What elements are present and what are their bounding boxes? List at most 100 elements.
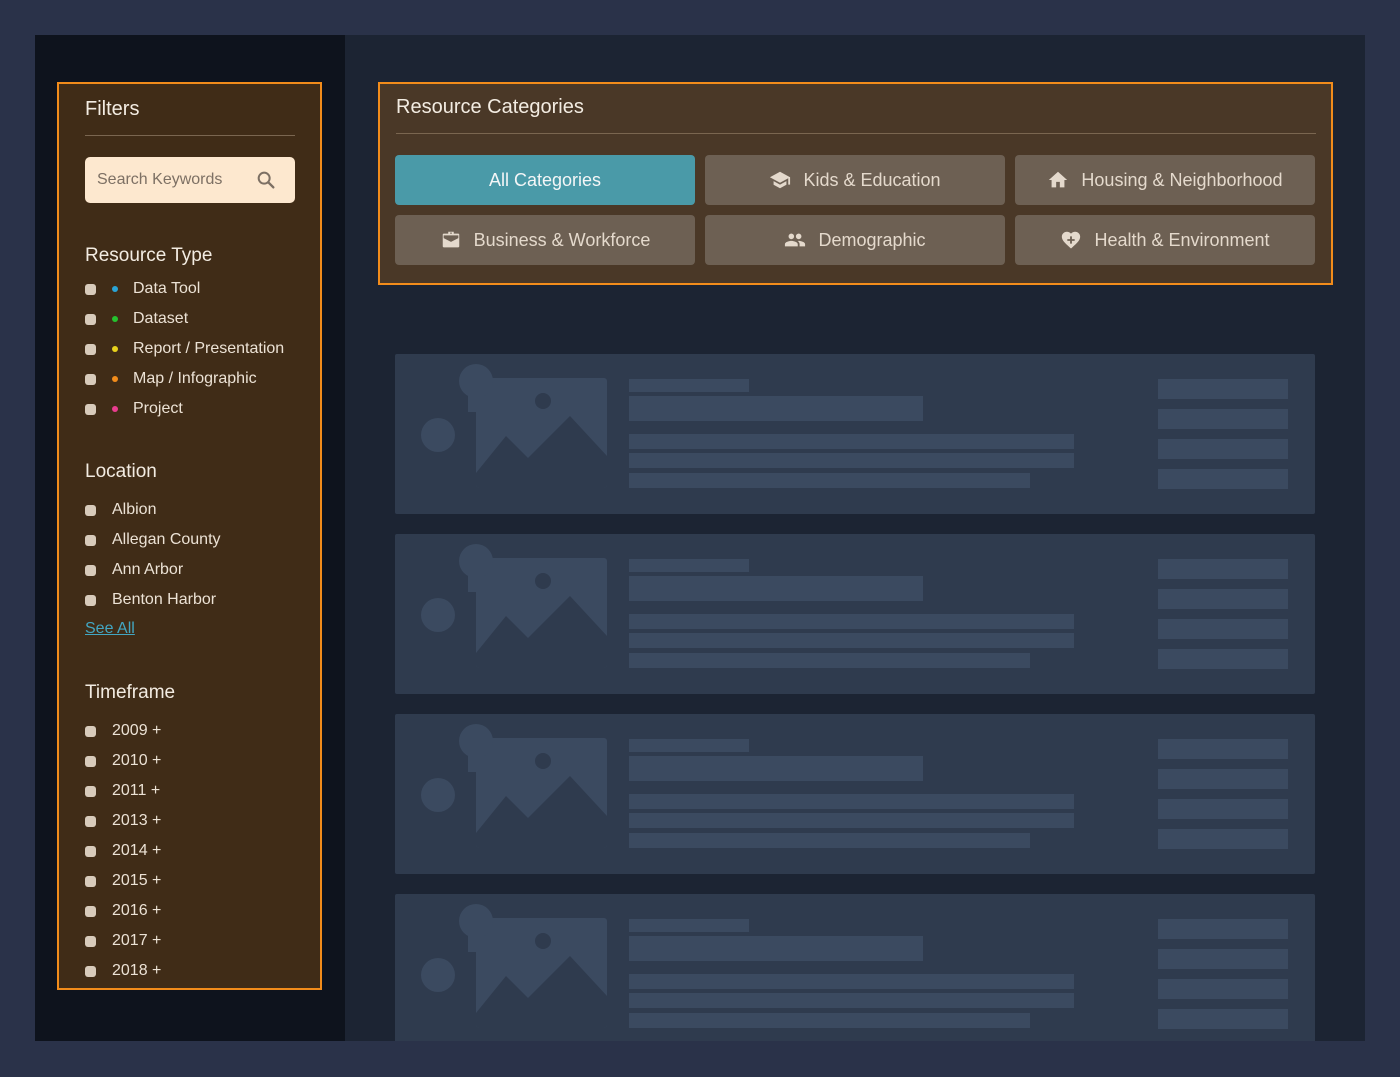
filter-report-presentation[interactable]: Report / Presentation: [85, 338, 284, 360]
resource-type-title: Resource Type: [85, 245, 213, 266]
filter-timeframe[interactable]: 2017 +: [85, 930, 161, 952]
ribbon-placeholder: [468, 754, 484, 772]
search-input[interactable]: [85, 157, 250, 203]
category-kids-education-button[interactable]: Kids & Education: [705, 155, 1005, 205]
checkbox[interactable]: [85, 785, 96, 797]
filter-dataset[interactable]: Dataset: [85, 308, 188, 330]
filter-label: Project: [133, 400, 183, 417]
category-label: All Categories: [488, 169, 602, 190]
category-demographic-button[interactable]: Demographic: [705, 215, 1005, 265]
text-line-placeholder: [629, 473, 1030, 488]
filter-location[interactable]: Ann Arbor: [85, 559, 183, 581]
category-label: Demographic: [818, 229, 926, 250]
see-all-link[interactable]: See All: [85, 620, 135, 638]
text-line-placeholder: [629, 993, 1074, 1008]
meta-placeholder: [1158, 409, 1288, 429]
category-all-button[interactable]: All Categories: [395, 155, 695, 205]
checkbox[interactable]: [85, 373, 96, 385]
filter-label: Allegan County: [112, 531, 221, 548]
filters-title: Filters: [85, 98, 140, 120]
filter-location[interactable]: Allegan County: [85, 529, 221, 551]
filter-label: 2013 +: [112, 812, 162, 829]
text-line-placeholder: [629, 559, 749, 572]
meta-placeholder: [1158, 619, 1288, 639]
filter-location[interactable]: Benton Harbor: [85, 589, 216, 611]
checkbox[interactable]: [85, 504, 96, 516]
badge-placeholder: [459, 544, 493, 578]
text-line-placeholder: [629, 974, 1074, 989]
filter-label: 2016 +: [112, 902, 162, 919]
app-window: Filters Resource Type Data Tool Dataset: [35, 35, 1365, 1041]
filter-label: 2014 +: [112, 842, 162, 859]
category-business-button[interactable]: Business & Workforce: [395, 215, 695, 265]
filter-timeframe[interactable]: 2015 +: [85, 870, 161, 892]
filter-timeframe[interactable]: 2016 +: [85, 900, 161, 922]
filter-label: 2015 +: [112, 872, 162, 889]
filter-label: Dataset: [133, 310, 189, 327]
ribbon-placeholder: [468, 934, 484, 952]
checkbox[interactable]: [85, 875, 96, 887]
filter-timeframe[interactable]: 2010 +: [85, 750, 161, 772]
filter-label: Benton Harbor: [112, 591, 217, 608]
checkbox[interactable]: [85, 935, 96, 947]
meta-placeholder: [1158, 649, 1288, 669]
search-box: [85, 157, 295, 203]
text-line-placeholder: [629, 794, 1074, 809]
checkbox[interactable]: [85, 815, 96, 827]
checkbox[interactable]: [85, 845, 96, 857]
filter-timeframe[interactable]: 2013 +: [85, 810, 161, 832]
checkbox[interactable]: [85, 283, 96, 295]
people-icon: [785, 233, 806, 247]
filter-timeframe[interactable]: 2011 +: [85, 780, 160, 802]
checkbox[interactable]: [85, 343, 96, 355]
checkbox[interactable]: [85, 313, 96, 325]
text-line-placeholder: [629, 813, 1074, 828]
filter-label: Map / Infographic: [133, 370, 257, 387]
checkbox[interactable]: [85, 755, 96, 767]
category-housing-button[interactable]: Housing & Neighborhood: [1015, 155, 1315, 205]
meta-placeholder: [1158, 739, 1288, 759]
badge-placeholder: [459, 724, 493, 758]
text-line-placeholder: [629, 833, 1030, 848]
checkbox[interactable]: [85, 403, 96, 415]
avatar-placeholder: [421, 778, 455, 812]
filter-timeframe[interactable]: 2018 +: [85, 960, 161, 982]
meta-placeholder: [1158, 799, 1288, 819]
filter-timeframe[interactable]: 2014 +: [85, 840, 161, 862]
image-placeholder-icon: [476, 378, 607, 488]
text-line-placeholder: [629, 919, 749, 932]
filter-label: 2010 +: [112, 752, 162, 769]
text-line-placeholder: [629, 653, 1030, 668]
text-line-placeholder: [629, 739, 749, 752]
checkbox[interactable]: [85, 534, 96, 546]
filter-location[interactable]: Albion: [85, 499, 156, 521]
checkbox[interactable]: [85, 594, 96, 606]
heart-plus-icon: [1062, 231, 1081, 249]
image-placeholder-icon: [476, 918, 607, 1028]
title-placeholder: [629, 936, 923, 961]
checkbox[interactable]: [85, 725, 96, 737]
badge-placeholder: [459, 904, 493, 938]
badge-placeholder: [459, 364, 493, 398]
avatar-placeholder: [421, 958, 455, 992]
checkbox[interactable]: [85, 564, 96, 576]
filter-label: 2009 +: [112, 722, 162, 739]
timeframe-title: Timeframe: [85, 682, 176, 703]
filter-map-infographic[interactable]: Map / Infographic: [85, 368, 257, 390]
category-label: Health & Environment: [1094, 229, 1270, 250]
filter-timeframe[interactable]: 2009 +: [85, 720, 161, 742]
meta-placeholder: [1158, 949, 1288, 969]
category-health-button[interactable]: Health & Environment: [1015, 215, 1315, 265]
filter-data-tool[interactable]: Data Tool: [85, 278, 200, 300]
meta-placeholder: [1158, 469, 1288, 489]
home-icon: [1049, 171, 1068, 188]
text-line-placeholder: [629, 379, 749, 392]
filter-project[interactable]: Project: [85, 398, 183, 420]
checkbox[interactable]: [85, 905, 96, 917]
search-icon[interactable]: [255, 169, 277, 191]
filter-label: Data Tool: [133, 280, 201, 297]
ribbon-placeholder: [468, 394, 484, 412]
meta-placeholder: [1158, 979, 1288, 999]
result-card-placeholder: [395, 894, 1315, 1041]
checkbox[interactable]: [85, 965, 96, 977]
